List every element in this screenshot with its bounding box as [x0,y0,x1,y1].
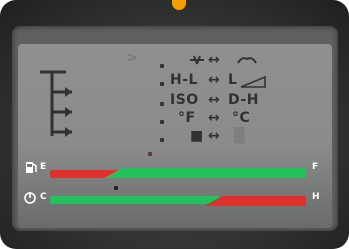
fuel-pump-icon [26,162,37,173]
row-3-left: ISO [170,92,199,108]
fuel-green-bar [104,168,306,178]
temp-green-segment [50,196,220,204]
scroll-arrow: > [126,50,138,66]
row-4-left: °F [178,110,196,126]
menu-tree-icon [40,70,72,137]
tire-icon [237,57,257,64]
row-2-separator: ↔ [208,72,221,88]
temp-marker [114,186,118,190]
fuel-full-label: F [312,162,319,172]
coolant-icon [24,192,36,204]
row-3-right: D-H [228,92,259,108]
row-2-left: H-L [170,72,198,88]
row-2-right: L [228,72,238,88]
row-5-left: ■ [190,128,204,144]
orange-indicator [172,0,186,10]
temp-hot-label: H [312,192,320,202]
temp-cold-label: C [40,192,47,202]
row-bullet [160,102,164,106]
ramp-icon [240,76,266,88]
row-bullet [160,138,164,142]
row-bullet [160,82,164,86]
row-5-right: ▒ [234,128,246,144]
row-bullet [160,64,164,68]
row-4-right: °C [232,110,251,126]
row-4-separator: ↔ [208,110,221,126]
row-1-separator: ↔ [208,52,221,68]
lcd-screen: > ↔ H-L ↔ L ISO ↔ D-H °F ↔ °C ■ ↔ ▒ E F … [18,44,332,228]
temp-red-bar [204,196,306,206]
row-5-separator: ↔ [208,128,221,144]
fuel-marker [148,152,152,156]
row-3-separator: ↔ [208,92,221,108]
fuel-empty-label: E [40,162,47,172]
instrument-panel: > ↔ H-L ↔ L ISO ↔ D-H °F ↔ °C ■ ↔ ▒ E F … [0,0,349,249]
row-bullet [160,120,164,124]
wiper-icon [190,55,204,65]
